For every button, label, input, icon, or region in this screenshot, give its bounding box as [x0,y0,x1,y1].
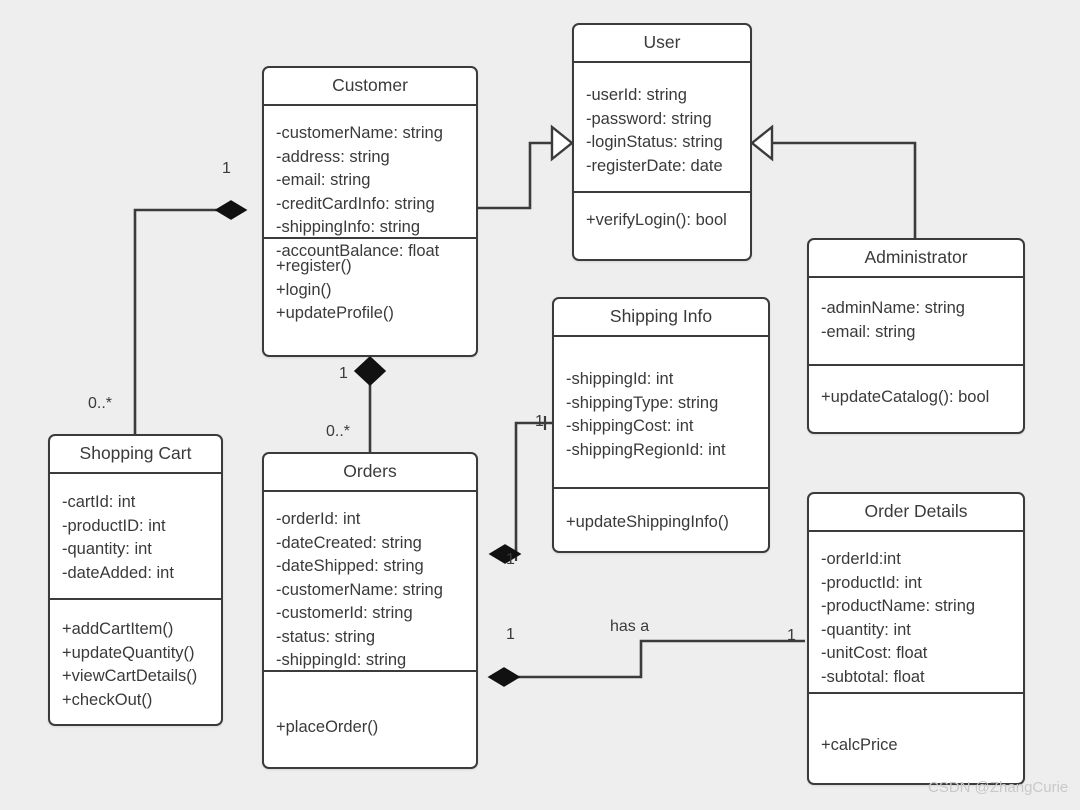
class-operations: +placeOrder() [264,672,476,752]
class-title: Order Details [809,494,1023,533]
edge-orders-shipping-info [488,416,552,564]
class-attributes: -shippingId: int -shippingType: string -… [554,337,768,490]
operation: +updateProfile() [276,304,394,323]
class-title: Shopping Cart [50,436,221,475]
multiplicity-details-near: 1 [506,626,515,643]
class-operations: +updateShippingInfo() [554,489,768,547]
operation: +verifyLogin(): bool [586,211,727,230]
attribute: -quantity: int [821,620,911,639]
operation: +updateQuantity() [62,643,195,662]
class-box-orders[interactable]: Orders -orderId: int -dateCreated: strin… [262,452,478,769]
class-operations: +verifyLogin(): bool [574,193,750,245]
attribute: -subtotal: float [821,667,925,686]
operation: +calcPrice [821,736,898,755]
attribute: -password: string [586,109,712,128]
multiplicity-cart-many: 0..* [88,395,113,412]
operation: +viewCartDetails() [62,667,198,686]
attribute: -adminName: string [821,299,965,318]
class-attributes: -orderId: int -dateCreated: string -date… [264,492,476,673]
operation: +addCartItem() [62,620,174,639]
attribute: -registerDate: date [586,156,723,175]
multiplicity-shipping-far: 1 [535,413,544,430]
class-box-shipping-info[interactable]: Shipping Info -shippingId: int -shipping… [552,297,770,553]
relationship-label-has-a: has a [610,618,650,635]
edge-customer-user [478,124,574,210]
attribute: -dateAdded: int [62,563,174,582]
attribute: -email: string [821,322,916,341]
class-box-shopping-cart[interactable]: Shopping Cart -cartId: int -productID: i… [48,434,223,726]
class-attributes: -cartId: int -productID: int -quantity: … [50,474,221,601]
attribute: -unitCost: float [821,644,928,663]
class-box-customer[interactable]: Customer -customerName: string -address:… [262,66,478,357]
class-operations: +addCartItem() +updateQuantity() +viewCa… [50,600,221,724]
class-operations: +calcPrice [809,694,1023,770]
multiplicity-customer-cart-one: 1 [222,160,231,177]
attribute: -cartId: int [62,493,136,512]
attribute: -dateCreated: string [276,533,422,552]
attribute: -dateShipped: string [276,557,424,576]
watermark-text: CSDN @ZhangCurie [928,779,1069,796]
class-box-user[interactable]: User -userId: string -password: string -… [572,23,752,261]
diagram-canvas: Customer -customerName: string -address:… [0,0,1080,810]
class-attributes: -customerName: string -address: string -… [264,106,476,260]
multiplicity-orders-many: 0..* [326,423,351,440]
operation: +placeOrder() [276,718,379,737]
attribute: -orderId:int [821,550,901,569]
class-title: User [574,25,750,64]
edge-orders-order-details [487,639,805,687]
class-title: Administrator [809,240,1023,279]
class-box-order-details[interactable]: Order Details -orderId:int -productId: i… [807,492,1025,785]
operation: +checkOut() [62,690,153,709]
attribute: -email: string [276,171,371,190]
operation: +login() [276,280,332,299]
class-title: Orders [264,454,476,493]
attribute: -customerName: string [276,580,443,599]
class-title: Shipping Info [554,299,768,338]
class-attributes: -userId: string -password: string -login… [574,63,750,194]
attribute: -creditCardInfo: string [276,194,435,213]
multiplicity-customer-orders-one: 1 [339,365,348,382]
operation: +updateCatalog(): bool [821,388,990,407]
edge-administrator-user [750,124,917,238]
class-operations: +updateCatalog(): bool [809,366,1023,422]
attribute: -shippingCost: int [566,417,694,436]
operation: +updateShippingInfo() [566,513,729,532]
attribute: -shippingInfo: string [276,218,420,237]
attribute: -shippingRegionId: int [566,440,726,459]
edge-customer-shopping-cart [133,200,248,434]
multiplicity-details-far: 1 [787,627,796,644]
class-attributes: -adminName: string -email: string [809,278,1023,367]
attribute: -status: string [276,627,376,646]
attribute: -customerName: string [276,124,443,143]
attribute: -address: string [276,147,390,166]
attribute: -shippingType: string [566,393,719,412]
attribute: -productId: int [821,573,922,592]
attribute: -productID: int [62,516,166,535]
attribute: -productName: string [821,597,976,616]
attribute: -shippingId: int [566,370,674,389]
attribute: -shippingId: string [276,651,407,670]
class-box-administrator[interactable]: Administrator -adminName: string -email:… [807,238,1025,434]
attribute: -quantity: int [62,540,152,559]
attribute: -userId: string [586,86,687,105]
multiplicity-shipping-near: 1 [506,551,515,568]
attribute: -orderId: int [276,510,361,529]
class-attributes: -orderId:int -productId: int -productNam… [809,532,1023,695]
attribute: -customerId: string [276,604,413,623]
class-title: Customer [264,68,476,107]
attribute: -loginStatus: string [586,133,723,152]
edge-customer-orders [353,355,387,452]
